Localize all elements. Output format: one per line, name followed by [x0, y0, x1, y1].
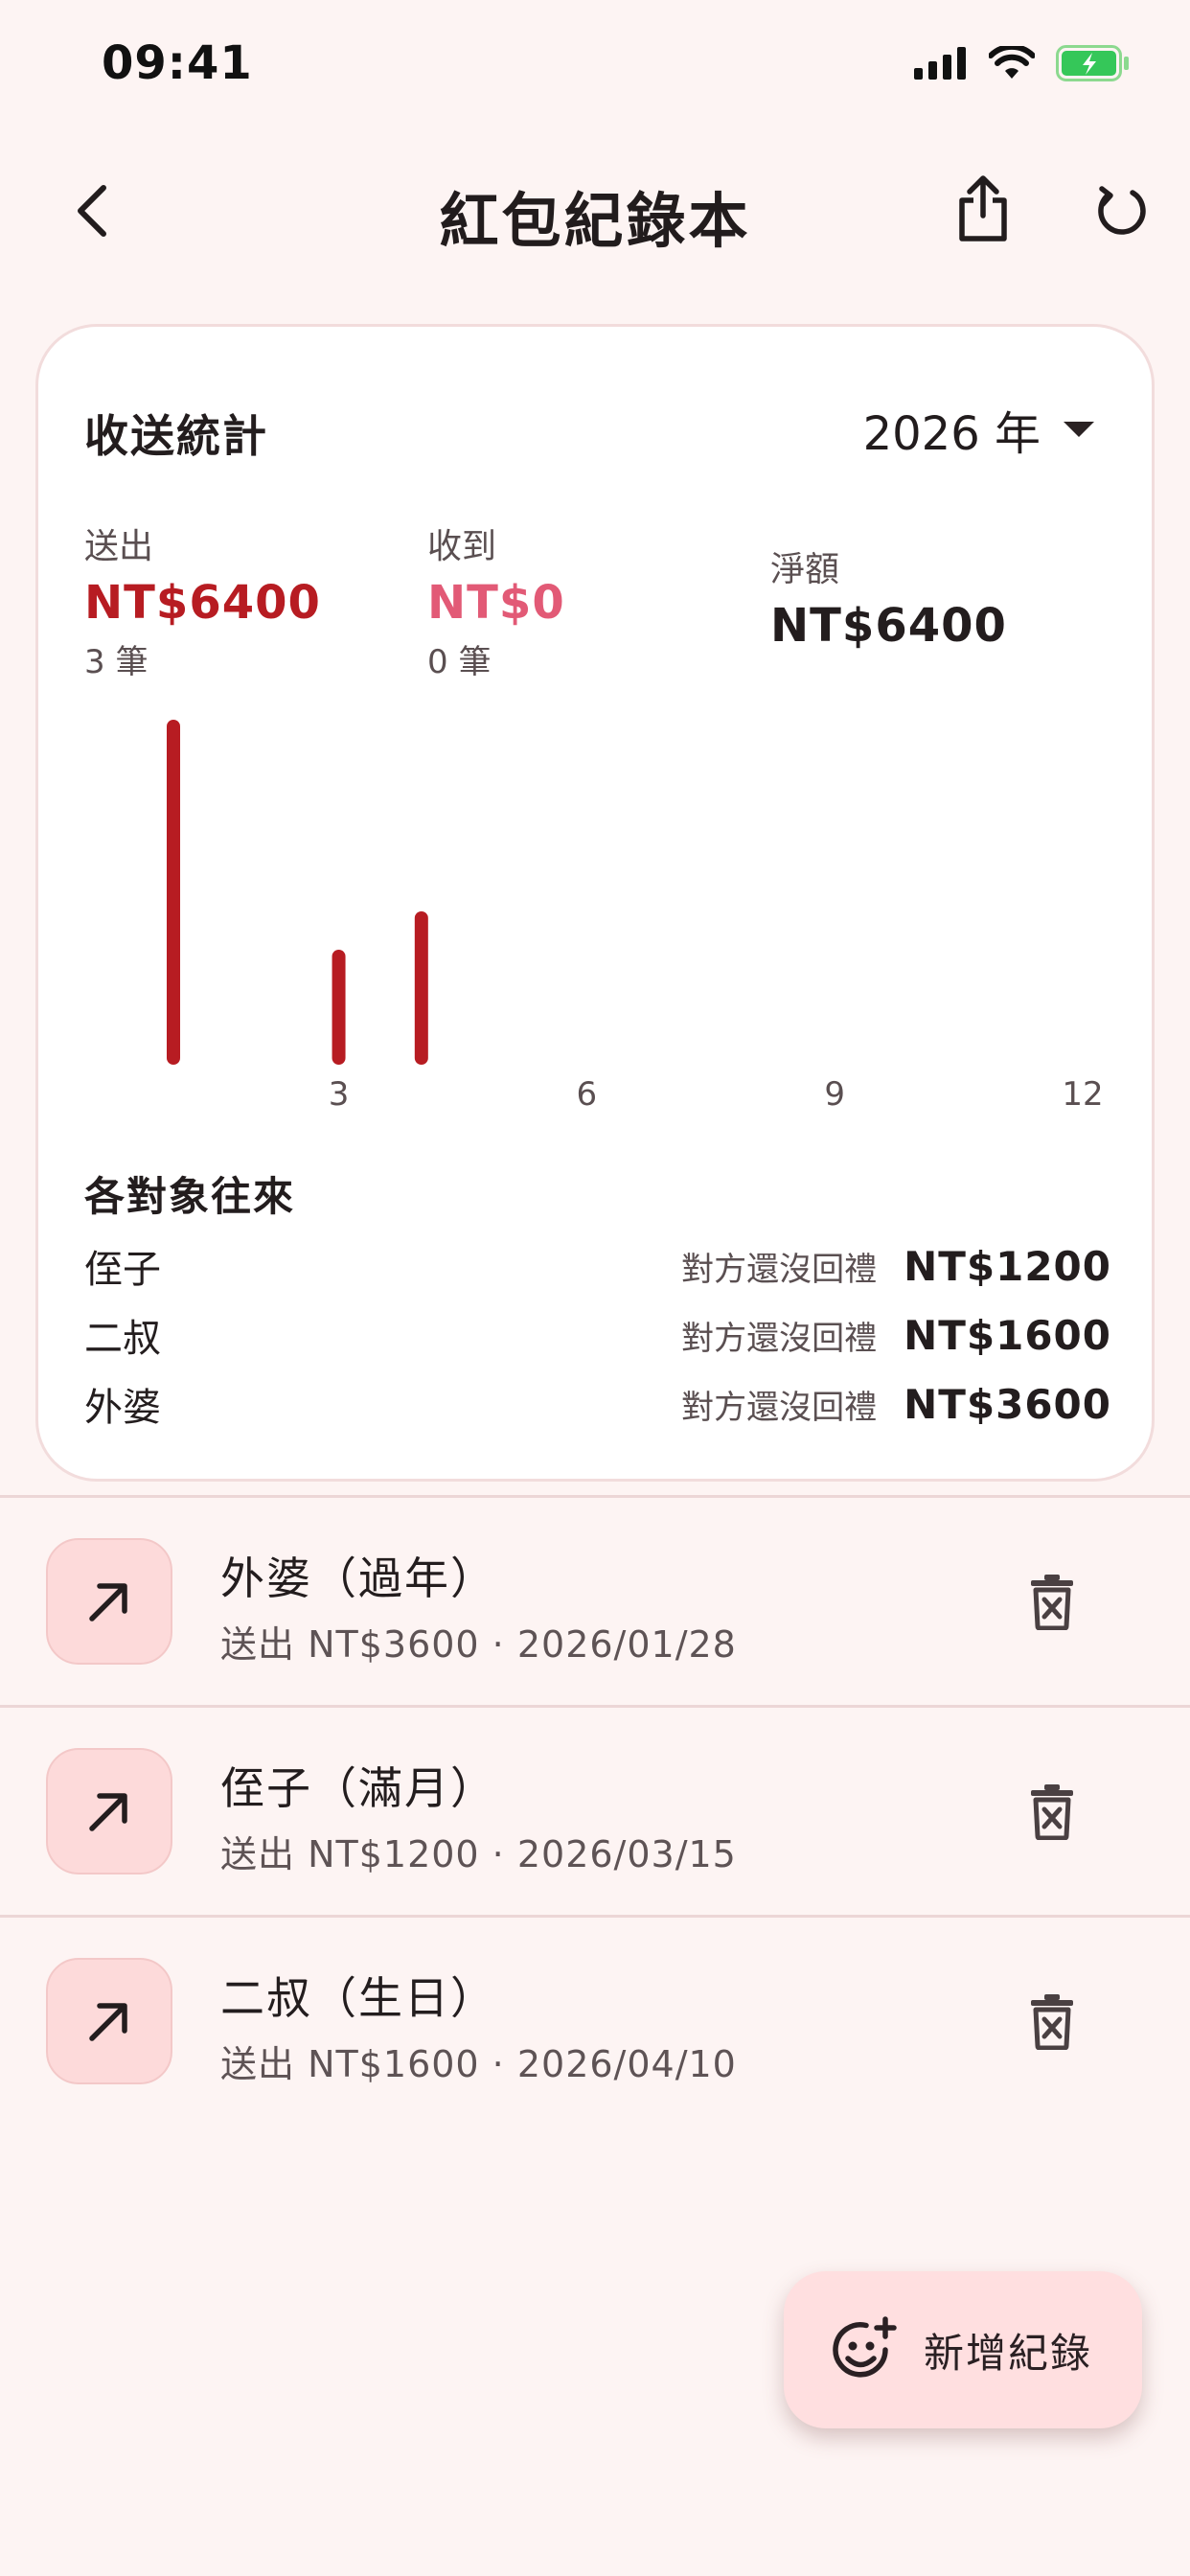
relations-title: 各對象往來: [84, 1173, 296, 1220]
relation-status: 對方還沒回禮: [681, 1319, 878, 1358]
arrow-up-right-icon: [89, 2003, 127, 2041]
status-bar: 09:41: [0, 0, 1190, 134]
refresh-button[interactable]: [1083, 172, 1159, 249]
list-item[interactable]: 外婆（過年） 送出 NT$3600 · 2026/01/28: [0, 1498, 1190, 1705]
monthly-bar-chart: 3 6 9 12: [167, 720, 1104, 1114]
relation-name: 二叔: [84, 1317, 161, 1361]
add-record-button[interactable]: 新增紀錄: [784, 2271, 1142, 2428]
sent-metric: 送出 NT$6400 3 筆: [84, 518, 321, 682]
relation-status: 對方還沒回禮: [681, 1250, 878, 1289]
received-value: NT$0: [427, 576, 565, 630]
year-selector[interactable]: 2026 年: [863, 396, 1094, 463]
list-item[interactable]: 二叔（生日） 送出 NT$1600 · 2026/04/10: [0, 1918, 1190, 2125]
status-time: 09:41: [102, 36, 253, 90]
delete-icon: [1031, 1784, 1073, 1840]
delete-button[interactable]: [1016, 1775, 1088, 1848]
relation-amount: NT$1600: [904, 1311, 1111, 1359]
sent-label: 送出: [84, 527, 154, 566]
x-tick-label: 3: [329, 1075, 350, 1114]
received-metric: 收到 NT$0 0 筆: [427, 518, 565, 682]
relation-status: 對方還沒回禮: [681, 1388, 878, 1427]
chart-bar: [332, 950, 346, 1065]
list-item[interactable]: 侄子（滿月） 送出 NT$1200 · 2026/03/15: [0, 1708, 1190, 1915]
delete-button[interactable]: [1016, 1565, 1088, 1638]
sent-count: 3 筆: [84, 643, 149, 681]
x-tick-label: 12: [1062, 1075, 1103, 1114]
chart-bar: [414, 911, 428, 1065]
delete-icon: [1031, 1575, 1073, 1630]
chart-bar: [167, 720, 180, 1065]
battery-charging-icon: [1056, 45, 1129, 81]
delete-button[interactable]: [1016, 1985, 1088, 2058]
arrow-up-right-icon: [89, 1583, 127, 1622]
share-button[interactable]: [945, 169, 1021, 249]
record-title: 二叔（生日）: [220, 1972, 496, 2024]
net-value: NT$6400: [770, 599, 1007, 653]
share-icon: [959, 175, 1007, 242]
record-subtitle: 送出 NT$1600 · 2026/04/10: [220, 2043, 737, 2085]
app-bar: 紅包紀錄本: [0, 144, 1190, 268]
record-subtitle: 送出 NT$1200 · 2026/03/15: [220, 1833, 737, 1875]
sent-value: NT$6400: [84, 576, 321, 630]
arrow-up-right-icon: [89, 1793, 127, 1831]
stats-card: 收送統計 2026 年 送出 NT$6400 3 筆 收到 NT$0 0 筆 淨…: [35, 324, 1155, 1482]
year-label: 2026 年: [862, 407, 1041, 461]
refresh-icon: [1098, 186, 1146, 235]
add-emoji-icon: [833, 2316, 897, 2378]
received-label: 收到: [427, 527, 497, 566]
status-icons: [914, 42, 1131, 84]
add-record-label: 新增紀錄: [924, 2329, 1093, 2377]
x-tick-label: 9: [824, 1075, 845, 1114]
record-icon-tile: [46, 1538, 172, 1665]
record-icon-tile: [46, 1748, 172, 1874]
relation-row: 二叔 對方還沒回禮 NT$1600: [84, 1306, 1111, 1364]
relation-name: 外婆: [84, 1386, 161, 1430]
relation-amount: NT$1200: [904, 1242, 1111, 1290]
x-tick-label: 6: [577, 1075, 598, 1114]
wifi-icon: [989, 46, 1035, 79]
relation-amount: NT$3600: [904, 1380, 1111, 1428]
record-icon-tile: [46, 1958, 172, 2084]
stats-title: 收送統計: [84, 410, 268, 462]
dropdown-caret-icon: [1064, 422, 1094, 437]
record-title: 外婆（過年）: [220, 1552, 496, 1604]
net-label: 淨額: [770, 550, 840, 589]
relation-row: 侄子 對方還沒回禮 NT$1200: [84, 1237, 1111, 1295]
signal-icon: [914, 47, 966, 80]
relation-row: 外婆 對方還沒回禮 NT$3600: [84, 1375, 1111, 1433]
record-title: 侄子（滿月）: [220, 1762, 496, 1814]
relation-name: 侄子: [84, 1248, 161, 1292]
delete-icon: [1031, 1994, 1073, 2050]
net-metric: 淨額 NT$6400: [770, 541, 1007, 653]
received-count: 0 筆: [427, 643, 492, 681]
record-subtitle: 送出 NT$3600 · 2026/01/28: [220, 1623, 737, 1666]
